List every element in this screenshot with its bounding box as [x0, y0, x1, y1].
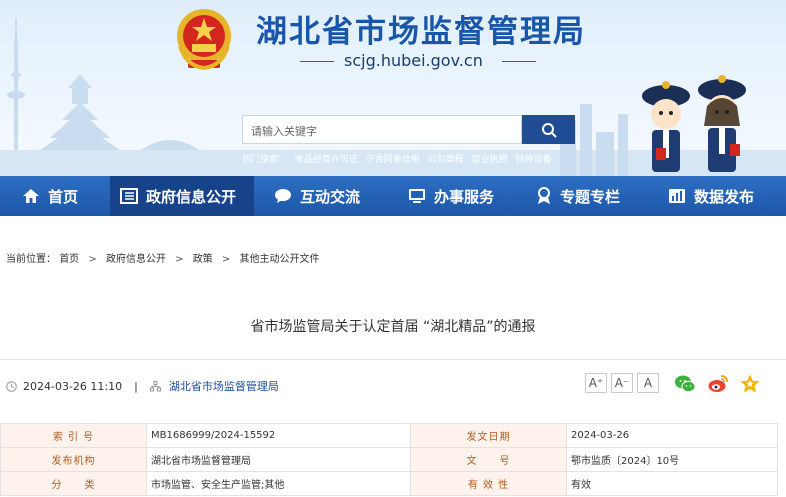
table-value: 湖北省市场监督管理局: [146, 447, 411, 472]
nav-item-home[interactable]: 首页: [0, 176, 110, 216]
breadcrumb-link-gov-info[interactable]: 政府信息公开: [106, 254, 166, 265]
table-key: 发文日期: [410, 423, 567, 448]
search-icon: [541, 122, 557, 138]
hot-search-term[interactable]: 特种设备: [515, 155, 551, 165]
font-reset-button[interactable]: A: [637, 373, 659, 393]
document-info-table: 索 引 号 MB1686999/2024-15592 发文日期 2024-03-…: [0, 423, 778, 496]
nav-item-special-topics[interactable]: 专题专栏: [518, 176, 646, 216]
search-button[interactable]: [522, 115, 575, 144]
breadcrumb-link-other-files[interactable]: 其他主动公开文件: [239, 254, 319, 265]
domain-rule-right: [502, 61, 536, 62]
table-value: 鄂市监质〔2024〕10号: [566, 447, 778, 472]
table-row: 分 类 市场监管、安全生产监管;其他 有 效 性 有效: [0, 471, 778, 496]
meta-separator: |: [134, 379, 138, 393]
nav-item-label: 政府信息公开: [146, 187, 237, 206]
favorite-star-icon[interactable]: [739, 373, 761, 395]
bar-chart-icon: [669, 189, 685, 203]
breadcrumb-separator: >: [88, 254, 97, 265]
breadcrumb-separator: >: [175, 254, 184, 265]
table-key: 索 引 号: [0, 423, 147, 448]
hot-search-term[interactable]: 食品经营许可证: [295, 155, 358, 165]
nav-item-label: 互动交流: [300, 187, 361, 206]
domain-rule-left: [300, 61, 334, 62]
nav-item-label: 专题专栏: [560, 187, 621, 206]
table-key: 有 效 性: [410, 471, 567, 496]
document-list-icon: [120, 188, 138, 204]
wechat-icon[interactable]: [674, 373, 696, 395]
hot-search-term[interactable]: 公司章程: [428, 155, 464, 165]
article-meta: 2024-03-26 11:10 | 湖北省市场监督管理局: [6, 378, 279, 394]
hot-search-term[interactable]: 守合同重信用: [366, 155, 420, 165]
site-title: 湖北省市场监督管理局: [256, 14, 586, 50]
breadcrumb-link-home[interactable]: 首页: [59, 254, 79, 265]
font-size-controls: A⁺ A⁻ A: [585, 373, 663, 393]
search-input[interactable]: 请输入关键字: [242, 115, 522, 144]
hot-search-label: 热门搜索：: [242, 155, 288, 165]
nav-item-label: 首页: [48, 187, 79, 206]
award-icon: [538, 187, 550, 204]
font-increase-button[interactable]: A⁺: [585, 373, 607, 393]
table-value: 有效: [566, 471, 778, 496]
clock-icon: [6, 380, 17, 392]
chat-bubble-icon: [275, 189, 291, 203]
breadcrumb-prefix: 当前位置：: [6, 254, 56, 265]
table-key: 分 类: [0, 471, 147, 496]
nav-item-label: 数据发布: [694, 187, 755, 206]
site-header: 湖北省市场监督管理局 scjg.hubei.gov.cn 请输入关键字 热门搜索…: [0, 0, 786, 176]
table-key: 文 号: [410, 447, 567, 472]
table-row: 索 引 号 MB1686999/2024-15592 发文日期 2024-03-…: [0, 423, 778, 448]
table-value: 市场监管、安全生产监管;其他: [146, 471, 411, 496]
table-row: 发布机构 湖北省市场监督管理局 文 号 鄂市监质〔2024〕10号: [0, 447, 778, 472]
domain-text: scjg.hubei.gov.cn: [344, 51, 483, 70]
nav-item-label: 办事服务: [434, 187, 495, 206]
nav-item-government-info[interactable]: 政府信息公开: [110, 176, 254, 216]
table-value: MB1686999/2024-15592: [146, 423, 411, 448]
nav-item-interaction[interactable]: 互动交流: [254, 176, 386, 216]
weibo-icon[interactable]: [707, 373, 729, 395]
font-decrease-button[interactable]: A⁻: [611, 373, 633, 393]
mascot-illustration: [642, 75, 746, 172]
table-value: 2024-03-26: [566, 423, 778, 448]
nav-item-data-release[interactable]: 数据发布: [646, 176, 786, 216]
publish-datetime: 2024-03-26 11:10: [23, 379, 123, 393]
article-source: 湖北省市场监督管理局: [168, 380, 279, 393]
home-icon: [23, 189, 39, 203]
hot-search-row: 热门搜索： 食品经营许可证 守合同重信用 公司章程 营业执照 特种设备: [242, 152, 556, 165]
breadcrumb-separator: >: [221, 254, 231, 265]
national-emblem-icon: [177, 9, 231, 71]
organization-icon: [149, 380, 161, 391]
article-title: 省市场监管局关于认定首届 “湖北精品”的通报: [250, 319, 536, 335]
divider: [0, 359, 786, 360]
monitor-icon: [409, 189, 425, 203]
table-key: 发布机构: [0, 447, 147, 472]
breadcrumb-link-policy[interactable]: 政策: [193, 254, 213, 265]
site-domain: scjg.hubei.gov.cn: [300, 51, 536, 71]
main-nav: 首页 政府信息公开 互动交流 办事服务 专题专栏 数据发布: [0, 176, 786, 216]
nav-item-services[interactable]: 办事服务: [386, 176, 518, 216]
hot-search-term[interactable]: 营业执照: [472, 155, 508, 165]
breadcrumb: 当前位置： 首页 > 政府信息公开 > 政策 > 其他主动公开文件: [6, 250, 319, 265]
